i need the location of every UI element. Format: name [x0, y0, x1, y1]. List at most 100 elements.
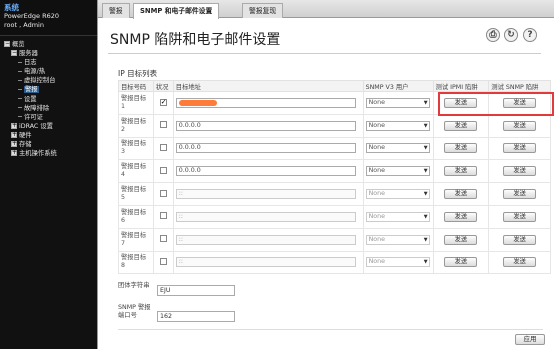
nav-item[interactable]: + 主机操作系统 — [0, 149, 97, 158]
tab-alerts[interactable]: 警报 — [102, 3, 130, 18]
ipmi-test-cell: 发送 — [432, 113, 490, 138]
state-checkbox[interactable] — [159, 212, 167, 220]
v3-user-value: None — [368, 258, 386, 266]
send-ipmi-button[interactable]: 发送 — [444, 257, 478, 268]
v3-user-select[interactable]: None ▼ — [365, 257, 430, 268]
nav-item[interactable]: 许可证 — [0, 113, 97, 122]
nav-item[interactable]: 设置 — [0, 95, 97, 104]
v3-user-select[interactable]: None ▼ — [365, 97, 430, 108]
v3-user-select[interactable]: None ▼ — [365, 120, 430, 131]
send-ipmi-button[interactable]: 发送 — [444, 189, 478, 200]
target-name: 警报目标 4 — [118, 159, 154, 184]
table-row: 警报目标 6:: None ▼ 发送 发送 — [118, 204, 551, 229]
v3-user-value: None — [368, 121, 386, 129]
collapse-icon[interactable]: − — [4, 41, 10, 47]
send-ipmi-button[interactable]: 发送 — [444, 166, 478, 177]
chevron-down-icon: ▼ — [423, 168, 428, 175]
state-checkbox[interactable] — [159, 121, 167, 129]
tree-branch-icon — [18, 98, 22, 100]
v3-user-select[interactable]: None ▼ — [365, 143, 430, 154]
send-ipmi-button[interactable]: 发送 — [444, 211, 478, 222]
nav-item[interactable]: 电源/热 — [0, 67, 97, 76]
nav-item-label: 硬件 — [19, 131, 32, 139]
chevron-down-icon: ▼ — [423, 259, 428, 266]
snmp-test-cell: 发送 — [488, 113, 551, 138]
print-icon[interactable]: ⎙ — [486, 28, 500, 42]
expand-icon[interactable]: + — [11, 122, 17, 129]
v3-user-select[interactable]: None ▼ — [365, 211, 430, 222]
state-cell — [152, 136, 174, 161]
tab-snmp-email[interactable]: SNMP 和电子邮件设置 — [133, 3, 220, 19]
state-checkbox[interactable] — [159, 166, 167, 174]
send-snmp-button[interactable]: 发送 — [503, 211, 537, 222]
nav-tree: − 概览 − 服务器 日志 电源/热 虚拟控制台 警报 设置 故障排除 许可证 + iDRAC 设置 + 硬… — [0, 40, 97, 158]
address-value: :: — [178, 235, 184, 243]
nav-item-label: 主机操作系统 — [19, 150, 57, 158]
nav-item[interactable]: − 服务器 — [0, 49, 97, 58]
state-checkbox[interactable] — [159, 189, 167, 197]
expand-icon[interactable]: + — [11, 141, 17, 148]
state-checkbox[interactable] — [159, 235, 167, 243]
system-title[interactable]: 系统 — [4, 3, 93, 12]
snmp-test-cell: 发送 — [488, 136, 551, 161]
address-input[interactable]: :: — [175, 234, 356, 245]
send-snmp-button[interactable]: 发送 — [503, 166, 537, 177]
col-header-snmp-test: 测试 SNMP 陷阱 — [488, 80, 551, 92]
col-header-state: 状况 — [152, 80, 174, 92]
snmp-port-input[interactable]: 162 — [157, 311, 235, 322]
tree-branch-icon — [18, 88, 22, 90]
state-checkbox[interactable]: ✓ — [159, 99, 167, 107]
nav-item[interactable]: 警报 — [0, 85, 97, 94]
state-cell — [152, 227, 174, 252]
address-input[interactable] — [175, 97, 356, 108]
send-ipmi-button[interactable]: 发送 — [444, 234, 478, 245]
snmp-test-cell: 发送 — [488, 227, 551, 252]
col-header-address: 目标地址 — [172, 80, 364, 92]
apply-button[interactable]: 应用 — [515, 334, 545, 345]
address-input[interactable]: 0.0.0.0 — [175, 143, 356, 154]
nav-item[interactable]: 故障排除 — [0, 104, 97, 113]
collapse-icon[interactable]: − — [11, 50, 17, 57]
tab-alert-recurrence[interactable]: 警报复现 — [242, 3, 284, 18]
address-input[interactable]: 0.0.0.0 — [175, 166, 356, 177]
v3-user-value: None — [368, 167, 386, 175]
send-snmp-button[interactable]: 发送 — [503, 234, 537, 245]
v3-user-select[interactable]: None ▼ — [365, 189, 430, 200]
community-string-label: 团体字符串 — [118, 282, 150, 289]
nav-item[interactable]: + iDRAC 设置 — [0, 122, 97, 131]
community-string-input[interactable]: EJU — [157, 285, 235, 296]
col-header-ipmi-test: 测试 IPMI 陷阱 — [432, 80, 490, 92]
nav-item[interactable]: 日志 — [0, 58, 97, 67]
address-cell: :: — [172, 250, 364, 275]
nav-item[interactable]: + 硬件 — [0, 131, 97, 140]
table-row: 警报目标 5:: None ▼ 发送 发送 — [118, 182, 551, 206]
target-name: 警报目标 3 — [118, 136, 154, 161]
v3-user-cell: None ▼ — [362, 91, 434, 115]
send-snmp-button[interactable]: 发送 — [503, 257, 537, 268]
send-snmp-button[interactable]: 发送 — [503, 120, 537, 131]
send-ipmi-button[interactable]: 发送 — [444, 120, 478, 131]
state-checkbox[interactable] — [159, 257, 167, 265]
address-input[interactable]: :: — [175, 189, 356, 200]
nav-item[interactable]: − 概览 — [0, 40, 97, 49]
v3-user-cell: None ▼ — [362, 250, 434, 275]
expand-icon[interactable]: + — [11, 150, 17, 157]
tree-branch-icon — [18, 61, 22, 63]
nav-item[interactable]: 虚拟控制台 — [0, 76, 97, 85]
target-name: 警报目标 5 — [118, 182, 154, 206]
v3-user-select[interactable]: None ▼ — [365, 166, 430, 177]
send-snmp-button[interactable]: 发送 — [503, 143, 537, 154]
v3-user-select[interactable]: None ▼ — [365, 234, 430, 245]
sidebar: 系统 PowerEdge R620 root , Admin − 概览 − 服务器 日志… — [0, 0, 97, 349]
nav-item[interactable]: + 存储 — [0, 140, 97, 149]
expand-icon[interactable]: + — [11, 131, 17, 138]
address-input[interactable]: 0.0.0.0 — [175, 120, 356, 131]
state-checkbox[interactable] — [159, 143, 167, 151]
send-snmp-button[interactable]: 发送 — [503, 189, 537, 200]
address-input[interactable]: :: — [175, 257, 356, 268]
send-ipmi-button[interactable]: 发送 — [444, 143, 478, 154]
help-icon[interactable]: ? — [523, 28, 537, 42]
address-input[interactable]: :: — [175, 211, 356, 222]
snmp-test-cell: 发送 — [488, 204, 551, 229]
refresh-icon[interactable]: ↻ — [504, 28, 518, 42]
